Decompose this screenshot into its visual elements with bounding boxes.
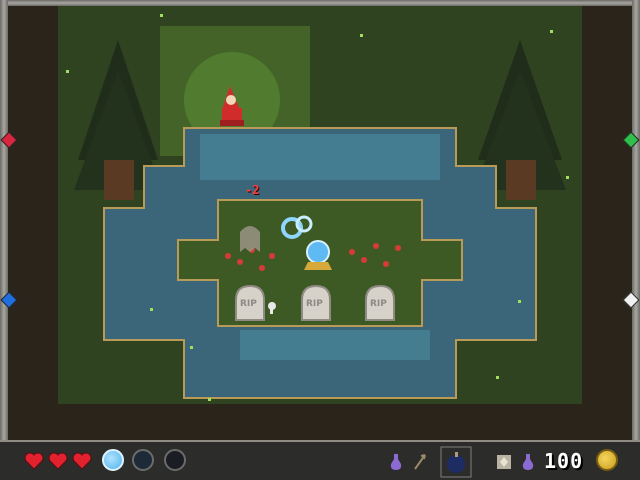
frame-left [0, 0, 8, 440]
tombstone-label: RIP [306, 299, 323, 309]
frame-right [632, 0, 640, 440]
mana-orb-icon [132, 449, 154, 471]
damage-indicator: -2 [245, 183, 260, 197]
tombstone[interactable]: RIP [365, 284, 395, 321]
tombstone-label: RIP [370, 299, 387, 309]
potion-icon[interactable] [522, 454, 534, 470]
heart-icon [24, 452, 44, 470]
ghost-enemy[interactable] [240, 226, 260, 252]
heart-icon [48, 452, 68, 470]
crystal-orb[interactable] [304, 240, 332, 270]
mana-orb-icon [164, 449, 186, 471]
coin-counter: 100 [544, 449, 584, 473]
crystal-icon[interactable] [496, 454, 512, 470]
heart-icon [72, 452, 92, 470]
potion-icon[interactable] [390, 454, 402, 470]
coin-icon [596, 449, 618, 471]
tombstone[interactable]: RIP [235, 284, 265, 321]
frame-top [0, 0, 640, 6]
game-screen: RIP RIP RIP -2 100 [0, 0, 640, 480]
mana-orb-icon [102, 449, 124, 471]
arrow-icon[interactable] [414, 454, 426, 470]
game-world: RIP RIP RIP [0, 0, 640, 440]
bomb-icon[interactable] [440, 446, 472, 478]
tombstone[interactable]: RIP [301, 284, 331, 321]
tombstone-label: RIP [240, 299, 257, 309]
